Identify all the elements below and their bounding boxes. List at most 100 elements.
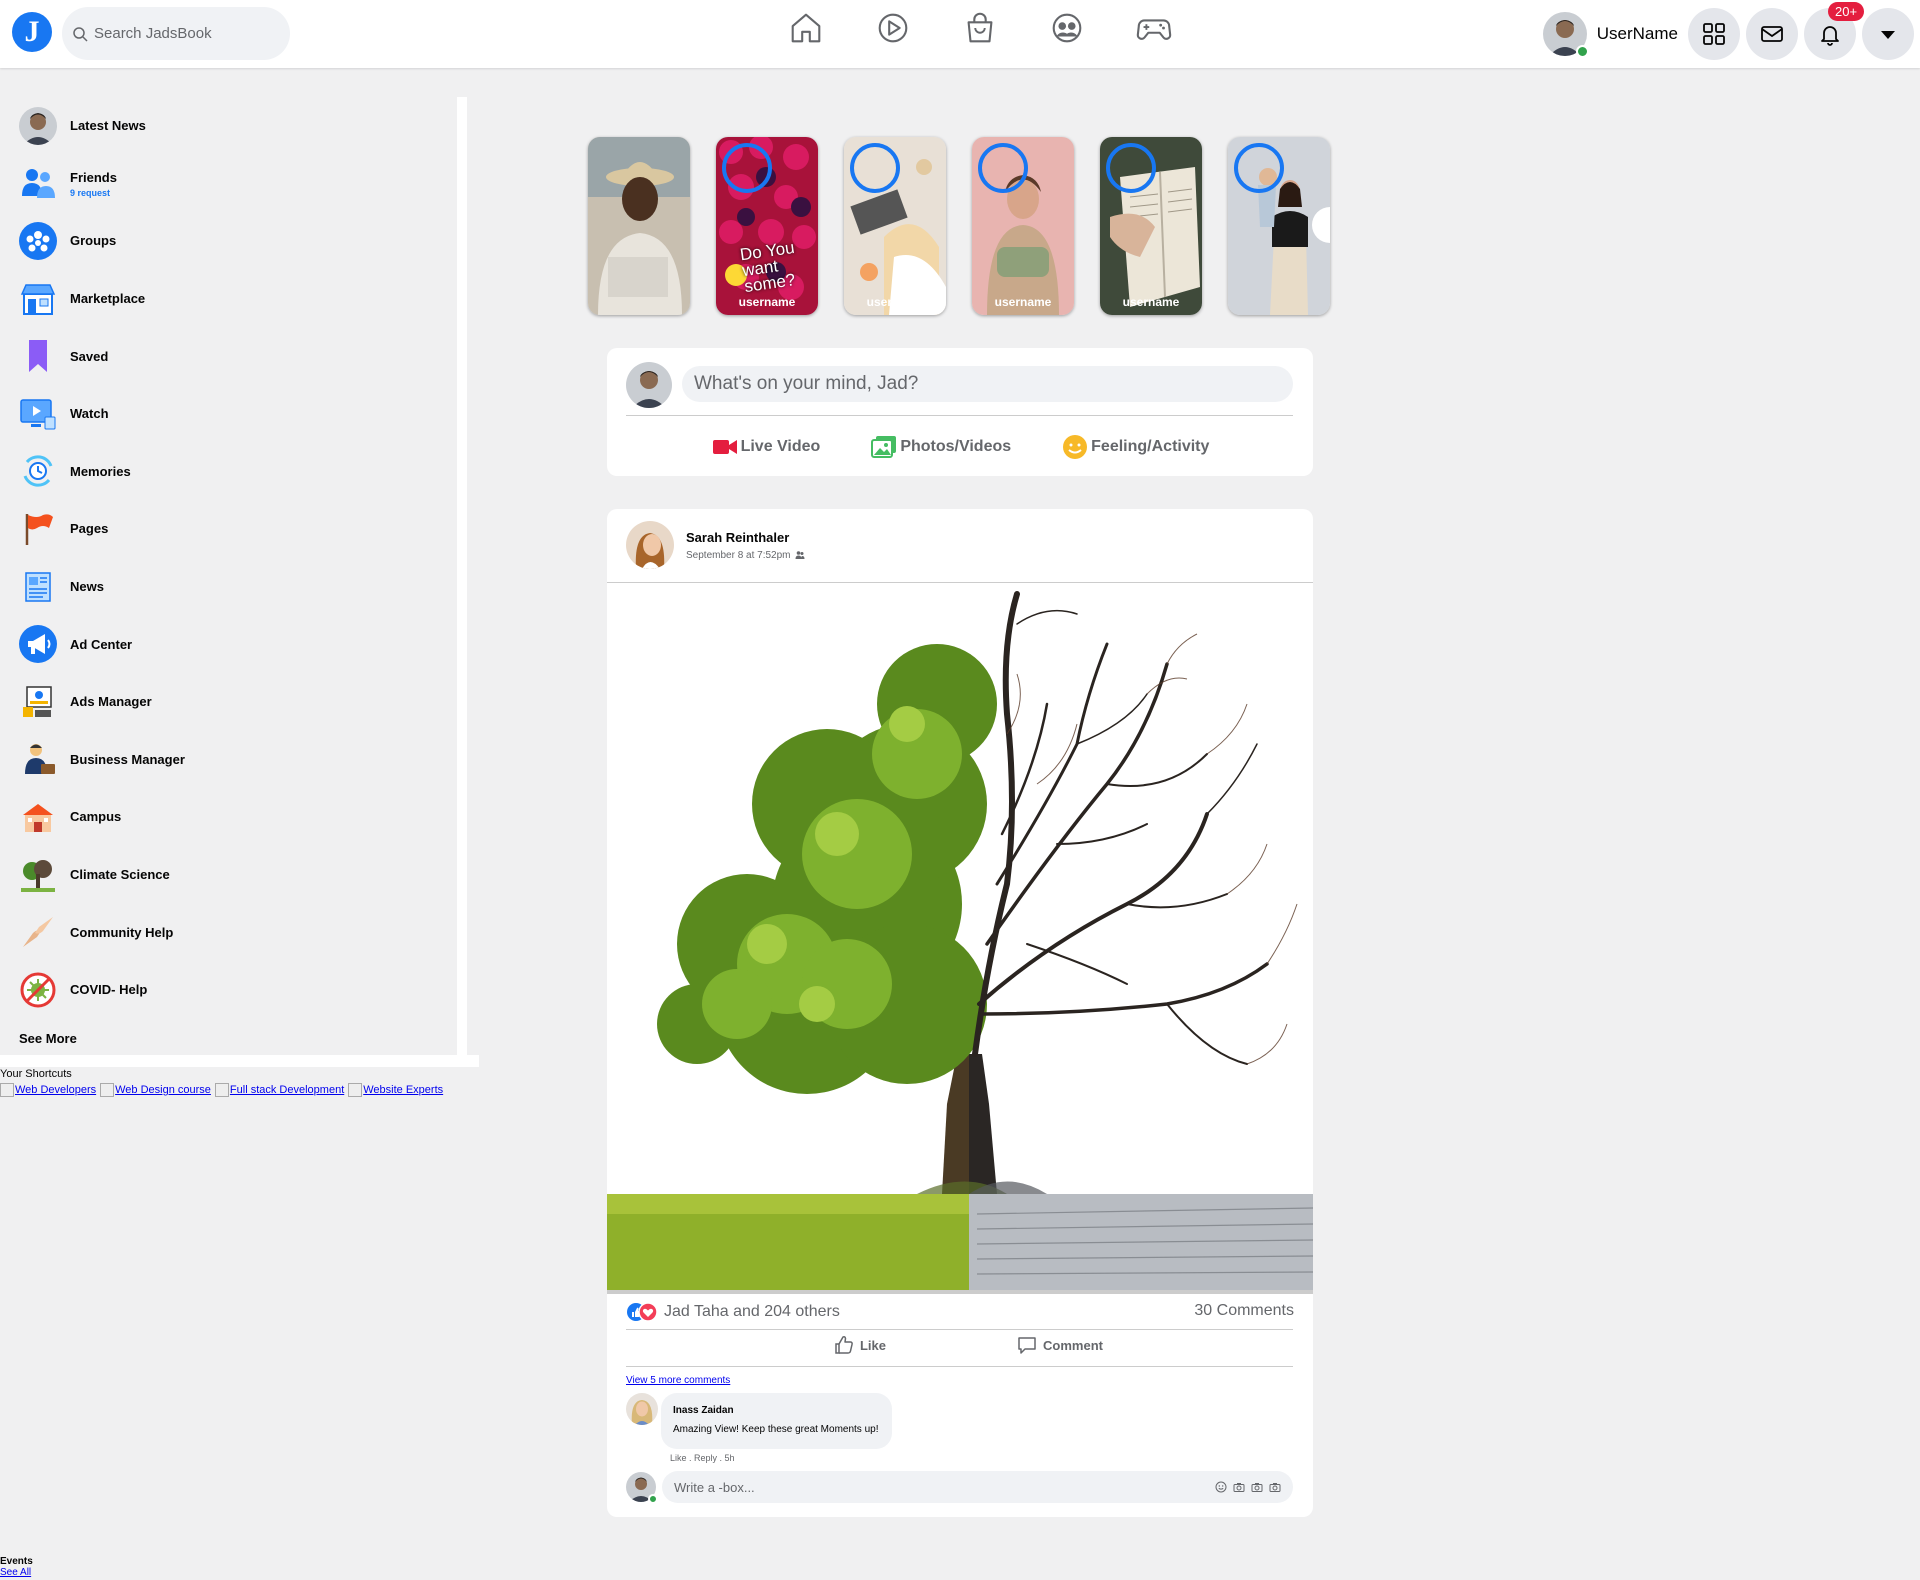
story-card[interactable]: Do You want some? username bbox=[716, 137, 818, 315]
sidebar-item-covid-help[interactable]: COVID- Help bbox=[0, 961, 457, 1019]
nav-gaming[interactable] bbox=[1110, 6, 1197, 50]
comment-actions[interactable]: Like . Reply . 5h bbox=[670, 1453, 735, 1463]
account-menu-button[interactable] bbox=[1862, 8, 1914, 60]
shortcut-link[interactable]: Web Developers bbox=[0, 1083, 96, 1097]
sidebar-divider bbox=[0, 1055, 479, 1067]
commenter-name[interactable]: Inass Zaidan bbox=[673, 1405, 880, 1416]
post-timestamp[interactable]: September 8 at 7:52pm bbox=[686, 550, 805, 561]
groups-icon bbox=[1052, 13, 1081, 43]
friend-requests-count[interactable]: 9 request bbox=[70, 188, 117, 198]
smiley-icon bbox=[1063, 435, 1088, 459]
bell-icon bbox=[1821, 26, 1839, 46]
online-status-dot bbox=[1575, 45, 1589, 58]
nav-home[interactable] bbox=[762, 6, 849, 50]
broken-image-icon bbox=[348, 1083, 363, 1097]
ads-manager-icon bbox=[19, 683, 57, 721]
nav-marketplace[interactable] bbox=[936, 6, 1023, 50]
stories-row: Do You want some? username username user… bbox=[588, 137, 1330, 315]
nav-watch[interactable] bbox=[849, 6, 936, 50]
post-author-name[interactable]: Sarah Reinthaler bbox=[686, 530, 805, 545]
post-image-divider bbox=[607, 1290, 1313, 1294]
sidebar-item-campus[interactable]: Campus bbox=[0, 788, 457, 846]
sidebar-item-latest-news[interactable]: Latest News bbox=[0, 97, 457, 155]
sidebar-item-pages[interactable]: Pages bbox=[0, 500, 457, 558]
shortcut-link[interactable]: Full stack Development bbox=[214, 1083, 344, 1097]
sidebar-item-ads-manager[interactable]: Ads Manager bbox=[0, 673, 457, 731]
see-more-link[interactable]: See More bbox=[0, 1031, 457, 1046]
friends-icon bbox=[19, 164, 57, 202]
live-video-button[interactable]: Live Video bbox=[711, 434, 820, 460]
broken-image-icon bbox=[100, 1083, 115, 1097]
composer-divider bbox=[626, 415, 1293, 416]
sidebar-item-label: COVID- Help bbox=[70, 982, 148, 998]
comments-count[interactable]: 30 Comments bbox=[1194, 1302, 1294, 1320]
reactions-summary[interactable]: Jad Taha and 204 others bbox=[664, 1303, 840, 1321]
view-more-comments-link[interactable]: View 5 more comments bbox=[626, 1375, 730, 1386]
photos-videos-button[interactable]: Photos/Videos bbox=[870, 434, 1011, 460]
events-section: Events See All bbox=[0, 1556, 33, 1578]
search-box[interactable] bbox=[62, 7, 290, 60]
notifications-button[interactable]: 20+ bbox=[1804, 2, 1865, 60]
flag-icon bbox=[19, 510, 57, 548]
menu-grid-button[interactable] bbox=[1688, 8, 1740, 60]
sidebar-item-memories[interactable]: Memories bbox=[0, 443, 457, 501]
sidebar-item-watch[interactable]: Watch bbox=[0, 385, 457, 443]
sticker-icon[interactable] bbox=[1269, 1481, 1281, 1493]
sidebar-item-business-manager[interactable]: Business Manager bbox=[0, 731, 457, 789]
sidebar-item-label: Pages bbox=[70, 521, 109, 537]
header-username[interactable]: UserName bbox=[1597, 24, 1678, 44]
friends-audience-icon bbox=[795, 551, 805, 559]
post-reactions[interactable]: Jad Taha and 204 others bbox=[626, 1302, 840, 1322]
sidebar-item-ad-center[interactable]: Ad Center bbox=[0, 615, 457, 673]
post-image[interactable] bbox=[607, 584, 1313, 1290]
story-card[interactable] bbox=[1228, 137, 1330, 315]
commenter-avatar[interactable] bbox=[626, 1393, 658, 1425]
sidebar-item-groups[interactable]: Groups bbox=[0, 212, 457, 270]
search-input[interactable] bbox=[94, 25, 274, 42]
comment-input-box[interactable] bbox=[662, 1471, 1293, 1503]
sidebar-item-saved[interactable]: Saved bbox=[0, 327, 457, 385]
sidebar-item-label: Friends bbox=[70, 169, 117, 185]
user-avatar[interactable] bbox=[1542, 12, 1589, 58]
feed-post: Sarah Reinthaler September 8 at 7:52pm J… bbox=[607, 509, 1313, 1517]
sidebar-item-marketplace[interactable]: Marketplace bbox=[0, 270, 457, 328]
camera-icon[interactable] bbox=[1233, 1481, 1245, 1493]
story-card[interactable]: username bbox=[844, 137, 946, 315]
watch-icon bbox=[878, 13, 907, 43]
like-button[interactable]: Like bbox=[800, 1335, 920, 1355]
thumbs-up-icon bbox=[835, 1335, 853, 1354]
messages-button[interactable] bbox=[1746, 8, 1798, 60]
story-card[interactable]: username bbox=[972, 137, 1074, 315]
composer-avatar[interactable] bbox=[626, 362, 672, 408]
sidebar-item-news[interactable]: News bbox=[0, 558, 457, 616]
comment-input[interactable] bbox=[674, 1479, 850, 1495]
feeling-activity-button[interactable]: Feeling/Activity bbox=[1061, 434, 1209, 460]
reactions-divider bbox=[626, 1329, 1293, 1330]
sidebar-item-label: Saved bbox=[70, 348, 109, 364]
top-navigation-bar: J UserName bbox=[0, 0, 1920, 68]
sidebar-item-friends[interactable]: Friends 9 request bbox=[0, 155, 457, 213]
emoji-icon[interactable] bbox=[1215, 1481, 1227, 1493]
story-card[interactable]: username bbox=[1100, 137, 1202, 315]
story-username: username bbox=[1122, 295, 1180, 309]
post-author-avatar[interactable] bbox=[626, 521, 674, 569]
sidebar-item-climate-science[interactable]: Climate Science bbox=[0, 846, 457, 904]
story-avatar-ring bbox=[1106, 143, 1156, 193]
jadsbook-logo[interactable]: J bbox=[12, 12, 52, 52]
story-avatar-ring bbox=[722, 143, 772, 193]
status-input[interactable] bbox=[682, 366, 1293, 402]
grid-icon bbox=[1703, 23, 1725, 45]
gif-icon[interactable] bbox=[1251, 1481, 1263, 1493]
comment-button[interactable]: Comment bbox=[1000, 1335, 1120, 1355]
post-composer: Live Video Photos/Videos Feeling/Activit… bbox=[607, 348, 1313, 476]
nav-groups[interactable] bbox=[1023, 6, 1110, 50]
marketplace-icon bbox=[967, 12, 992, 43]
events-see-all-link[interactable]: See All bbox=[0, 1567, 33, 1578]
marketplace-icon bbox=[19, 280, 57, 318]
comment-text: Amazing View! Keep these great Moments u… bbox=[673, 1424, 879, 1435]
sidebar-item-community-help[interactable]: Community Help bbox=[0, 903, 457, 961]
story-card[interactable] bbox=[588, 137, 690, 315]
events-title: Events bbox=[0, 1556, 33, 1567]
shortcut-link[interactable]: Website Experts bbox=[348, 1083, 443, 1097]
shortcut-link[interactable]: Web Design course bbox=[100, 1083, 211, 1097]
